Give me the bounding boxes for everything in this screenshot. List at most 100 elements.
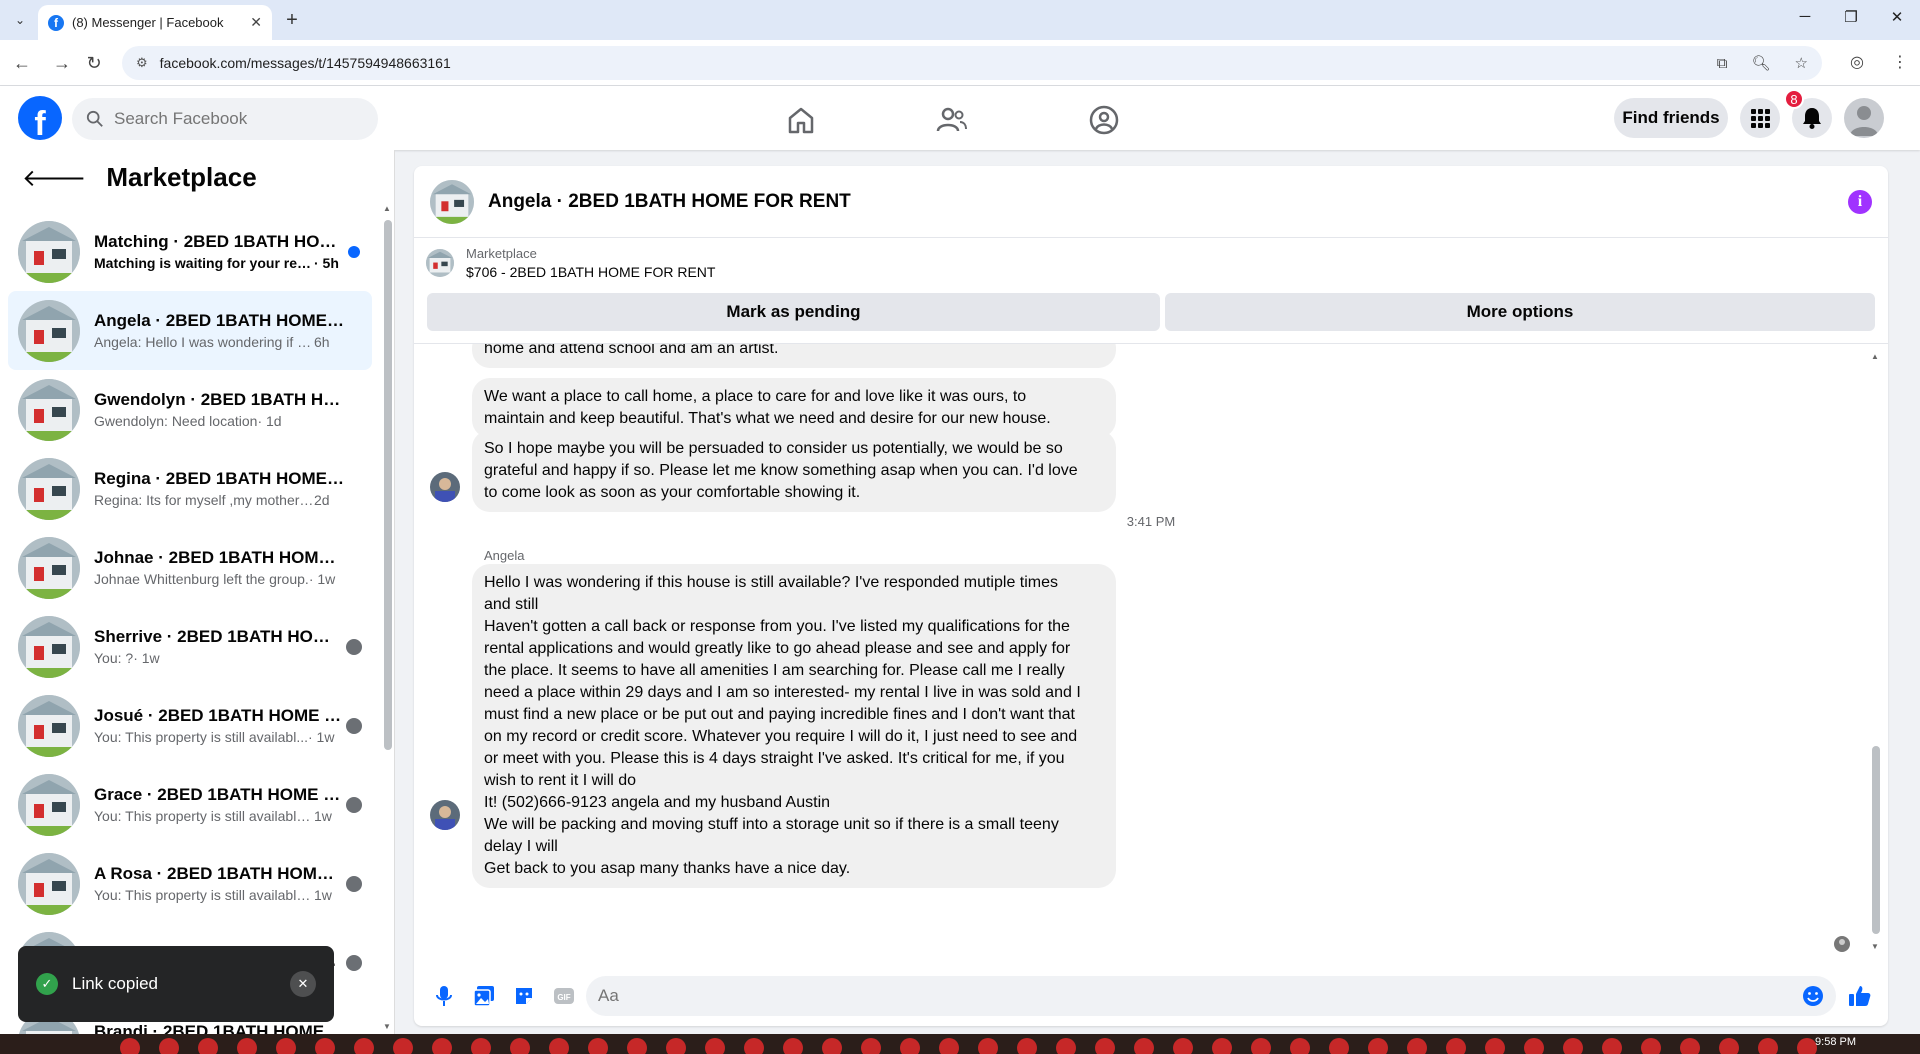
sticker-icon[interactable] xyxy=(506,978,542,1014)
conversation-text: Johnae · 2BED 1BATH HOME FO... Johnae Whi… xyxy=(94,548,344,587)
account-avatar[interactable] xyxy=(1844,98,1884,138)
taskbar-app-icons[interactable] xyxy=(120,1038,1817,1054)
message-input[interactable] xyxy=(598,986,1802,1006)
conversation-item[interactable]: A Rosa · 2BED 1BATH HOME FOR... You: This… xyxy=(8,844,372,923)
groups-icon[interactable] xyxy=(1086,102,1122,138)
zoom-icon[interactable]: 🔍︎ xyxy=(1752,54,1771,72)
message-input-box[interactable] xyxy=(586,976,1836,1016)
conversation-text: Josué · 2BED 1BATH HOME FO... You: This p… xyxy=(94,706,344,745)
emoji-icon[interactable] xyxy=(1802,985,1824,1007)
conversation-item[interactable]: Johnae · 2BED 1BATH HOME FO... Johnae Whi… xyxy=(8,528,372,607)
close-window-icon[interactable]: ✕ xyxy=(1882,8,1912,26)
conversation-text: Gwendolyn · 2BED 1BATH HOME... Gwendolyn:… xyxy=(94,390,344,429)
conversation-item[interactable]: Angela · 2BED 1BATH HOME FO... Angela: He… xyxy=(8,291,372,370)
scroll-down-arrow-icon[interactable]: ▼ xyxy=(383,1022,391,1031)
back-arrow-icon[interactable]: 🡐 xyxy=(22,163,86,193)
conversation-item[interactable]: Gwendolyn · 2BED 1BATH HOME... Gwendolyn:… xyxy=(8,370,372,449)
conversation-preview-row: Gwendolyn: Need location · 1d xyxy=(94,413,344,429)
conversation-preview: Angela: Hello I was wondering if thi... xyxy=(94,334,314,350)
friends-icon[interactable] xyxy=(934,102,970,138)
photo-icon[interactable] xyxy=(466,978,502,1014)
conversation-item[interactable]: Grace · 2BED 1BATH HOME FOR ... You: This… xyxy=(8,765,372,844)
conversation-item[interactable]: Josué · 2BED 1BATH HOME FO... You: This p… xyxy=(8,686,372,765)
menu-grid-icon[interactable] xyxy=(1740,98,1780,138)
back-arrow-icon[interactable]: ← xyxy=(10,51,34,75)
sidebar-scrollbar[interactable] xyxy=(384,220,392,750)
close-toast-icon[interactable]: ✕ xyxy=(290,971,316,997)
conversation-text: Regina · 2BED 1BATH HOME FO... Regina: It… xyxy=(94,469,344,508)
link-copied-toast: ✓ Link copied ✕ xyxy=(18,946,334,1022)
tab-close-icon[interactable]: ✕ xyxy=(250,14,262,31)
conversation-text: Grace · 2BED 1BATH HOME FOR ... You: This… xyxy=(94,785,344,824)
conversation-name: Grace · 2BED 1BATH HOME FOR ... xyxy=(94,785,344,804)
microphone-icon[interactable] xyxy=(426,978,462,1014)
listing-thumbnail xyxy=(18,773,80,836)
minimize-window-icon[interactable]: ─ xyxy=(1790,8,1820,25)
profile-icon[interactable]: ◎ xyxy=(1850,52,1864,72)
message-bubble[interactable]: home and attend school and am an artist. xyxy=(472,344,1116,368)
conversation-item[interactable]: Regina · 2BED 1BATH HOME FO... Regina: It… xyxy=(8,449,372,528)
conversation-info-icon[interactable]: i xyxy=(1848,189,1872,214)
gif-icon[interactable]: GIF xyxy=(546,978,582,1014)
toast-message: Link copied xyxy=(72,974,159,993)
message-bubble[interactable]: We want a place to call home, a place to… xyxy=(472,378,1116,438)
tab-title: (8) Messenger | Facebook xyxy=(72,15,224,30)
conversation-text: Matching · 2BED 1BATH HOME... Matching is… xyxy=(94,232,344,271)
conversation-time: · 5h xyxy=(314,255,339,271)
message-line: rental applications and would greatly li… xyxy=(484,640,1071,657)
conversation-text: Brandi · 2BED 1BATH HOME F...You: This p… xyxy=(94,1022,344,1034)
reload-icon[interactable]: ↻ xyxy=(82,51,106,75)
conversation-name: Sherrive · 2BED 1BATH HOME ... xyxy=(94,627,344,646)
find-friends-button[interactable]: Find friends xyxy=(1614,98,1728,138)
message-bubble[interactable]: Hello I was wondering if this house is s… xyxy=(472,564,1116,888)
chat-title[interactable]: Angela · 2BED 1BATH HOME FOR RENT xyxy=(488,191,1834,213)
browser-menu-icon[interactable]: ⋮ xyxy=(1892,52,1908,72)
tab-search-dropdown-icon[interactable]: ⌄ xyxy=(8,8,32,32)
facebook-logo-icon[interactable]: f xyxy=(18,96,62,140)
bookmark-star-icon[interactable]: ☆ xyxy=(1795,54,1808,72)
listing-thumbnail xyxy=(18,852,80,915)
conversation-name: Gwendolyn · 2BED 1BATH HOME... xyxy=(94,390,344,409)
home-icon[interactable] xyxy=(783,102,819,138)
conversation-item[interactable]: Sherrive · 2BED 1BATH HOME ... You: ? · 1w xyxy=(8,607,372,686)
scroll-down-arrow-icon[interactable]: ▼ xyxy=(1871,942,1879,951)
scroll-up-arrow-icon[interactable]: ▲ xyxy=(1871,352,1879,361)
listing-info[interactable]: Marketplace $706 - 2BED 1BATH HOME FOR R… xyxy=(426,246,715,280)
sender-avatar[interactable] xyxy=(430,800,460,830)
restore-window-icon[interactable]: ❐ xyxy=(1836,8,1866,26)
conversation-name: Johnae · 2BED 1BATH HOME FO... xyxy=(94,548,344,567)
new-tab-plus-icon[interactable]: + xyxy=(280,8,304,32)
site-info-icon[interactable]: ⚙ xyxy=(136,55,148,71)
conversation-text: Angela · 2BED 1BATH HOME FO... Angela: He… xyxy=(94,311,344,350)
conversation-preview: You: ? xyxy=(94,650,134,666)
install-app-icon[interactable]: ⧉ xyxy=(1717,55,1728,72)
sidebar-header: 🡐 Marketplace xyxy=(22,162,257,193)
read-receipt-avatar xyxy=(346,876,362,892)
message-bubble[interactable]: So I hope maybe you will be persuaded to… xyxy=(472,430,1116,512)
forward-arrow-icon[interactable]: → xyxy=(50,51,74,75)
facebook-search-box[interactable] xyxy=(72,98,378,140)
conversation-preview: You: This property is still available. I… xyxy=(94,808,314,824)
read-receipt-avatar xyxy=(346,955,362,971)
url-text[interactable]: facebook.com/messages/t/1457594948663161 xyxy=(160,55,1693,71)
conversation-text: Sherrive · 2BED 1BATH HOME ... You: ? · 1w xyxy=(94,627,344,666)
search-input[interactable] xyxy=(114,109,354,129)
message-line: delay I will xyxy=(484,838,558,855)
conversation-time: · 1w xyxy=(308,729,335,745)
search-icon xyxy=(86,110,103,127)
conversation-preview: You: This property is still available. I… xyxy=(94,887,314,903)
mark-as-pending-button[interactable]: Mark as pending xyxy=(427,293,1160,331)
conversation-item[interactable]: Matching · 2BED 1BATH HOME... Matching is… xyxy=(8,212,372,291)
sender-avatar[interactable] xyxy=(430,472,460,502)
omnibox[interactable]: ⚙ facebook.com/messages/t/14575949486631… xyxy=(122,46,1822,80)
message-thread: home and attend school and am an artist.… xyxy=(414,344,1888,964)
like-thumbs-up-icon[interactable] xyxy=(1842,978,1878,1014)
more-options-button[interactable]: More options xyxy=(1165,293,1875,331)
scroll-up-arrow-icon[interactable]: ▲ xyxy=(383,204,391,213)
browser-tab-messenger[interactable]: f (8) Messenger | Facebook ✕ xyxy=(38,5,272,40)
chat-scrollbar[interactable] xyxy=(1872,746,1880,934)
conversation-preview: Gwendolyn: Need location xyxy=(94,413,258,429)
conversation-time: · 1d xyxy=(257,413,282,429)
conversation-avatar[interactable] xyxy=(430,179,474,224)
listing-thumbnail xyxy=(18,615,80,678)
